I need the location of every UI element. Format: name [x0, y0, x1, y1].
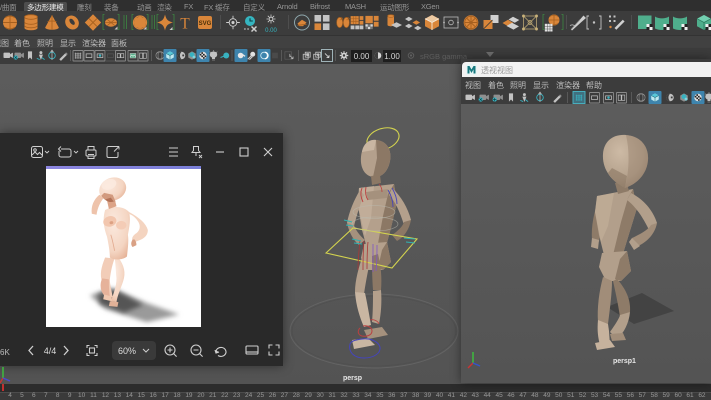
- svg-text:60%: 60%: [118, 346, 136, 356]
- svg-text:0.00: 0.00: [265, 28, 277, 34]
- svg-text:4/4: 4/4: [44, 346, 57, 356]
- svg-text:SVG: SVG: [199, 21, 212, 27]
- svg-text:1.00: 1.00: [384, 52, 400, 61]
- svg-text:0.00: 0.00: [354, 52, 370, 61]
- svg-text:6K: 6K: [0, 348, 10, 357]
- svg-text:T: T: [180, 16, 190, 33]
